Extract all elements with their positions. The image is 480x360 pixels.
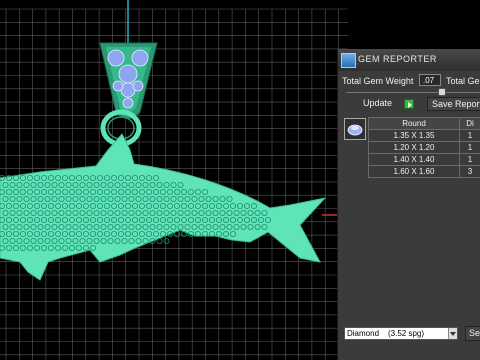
table-row[interactable]: 1.60 X 1.60 3 (368, 165, 480, 178)
gem-reporter-panel: Gem Reporter (337, 49, 480, 360)
round-gem-icon[interactable] (344, 118, 366, 140)
gem-table-header: Round Di (368, 117, 480, 130)
shark-pendant-model[interactable] (0, 133, 327, 281)
gem-stone (112, 80, 124, 92)
gem-size-cell: 1.20 X 1.20 (368, 141, 460, 154)
save-report-button[interactable]: Save Report (427, 97, 480, 111)
column-header-round: Round (368, 117, 460, 130)
gem-stone (131, 49, 149, 67)
gem-stone (122, 97, 134, 109)
play-arrow-icon[interactable] (404, 99, 414, 109)
table-row[interactable]: 1.40 X 1.40 1 (368, 153, 480, 166)
panel-slider-track (346, 92, 480, 93)
select-button[interactable]: Se (465, 326, 480, 341)
panel-titlebar[interactable]: Gem Reporter (338, 49, 480, 71)
total-gem-label-2: Total Gem (446, 76, 480, 86)
pave-gem (156, 237, 163, 244)
gem-reporter-icon (341, 53, 356, 68)
material-value: Diamond (347, 329, 380, 338)
specific-gravity-label: (3.52 spg) (388, 329, 425, 338)
panel-slider-thumb[interactable] (438, 88, 446, 96)
gem-size-cell: 1.40 X 1.40 (368, 153, 460, 166)
total-gem-weight-field[interactable]: .07 (419, 74, 441, 86)
total-gem-weight-label: Total Gem Weight (342, 76, 414, 86)
panel-title: Gem Reporter (358, 54, 437, 64)
gem-count-cell: 1 (459, 129, 480, 142)
update-label: Update (363, 98, 393, 108)
chevron-down-icon[interactable] (448, 328, 457, 339)
gem-size-cell: 1.35 X 1.35 (368, 129, 460, 142)
pave-gem (163, 237, 170, 244)
pave-gem (180, 230, 187, 237)
table-row[interactable]: 1.20 X 1.20 1 (368, 141, 480, 154)
gem-stone (107, 49, 125, 67)
gem-stone (118, 64, 138, 84)
gem-size-cell: 1.60 X 1.60 (368, 165, 460, 178)
gem-count-cell: 1 (459, 153, 480, 166)
gem-table: Round Di 1.35 X 1.35 1 1.20 X 1.20 1 1.4… (368, 117, 480, 178)
gem-count-cell: 1 (459, 141, 480, 154)
table-row[interactable]: 1.35 X 1.35 1 (368, 129, 480, 142)
gem-count-cell: 3 (459, 165, 480, 178)
gem-stone (132, 80, 144, 92)
column-header-di: Di (459, 117, 480, 130)
